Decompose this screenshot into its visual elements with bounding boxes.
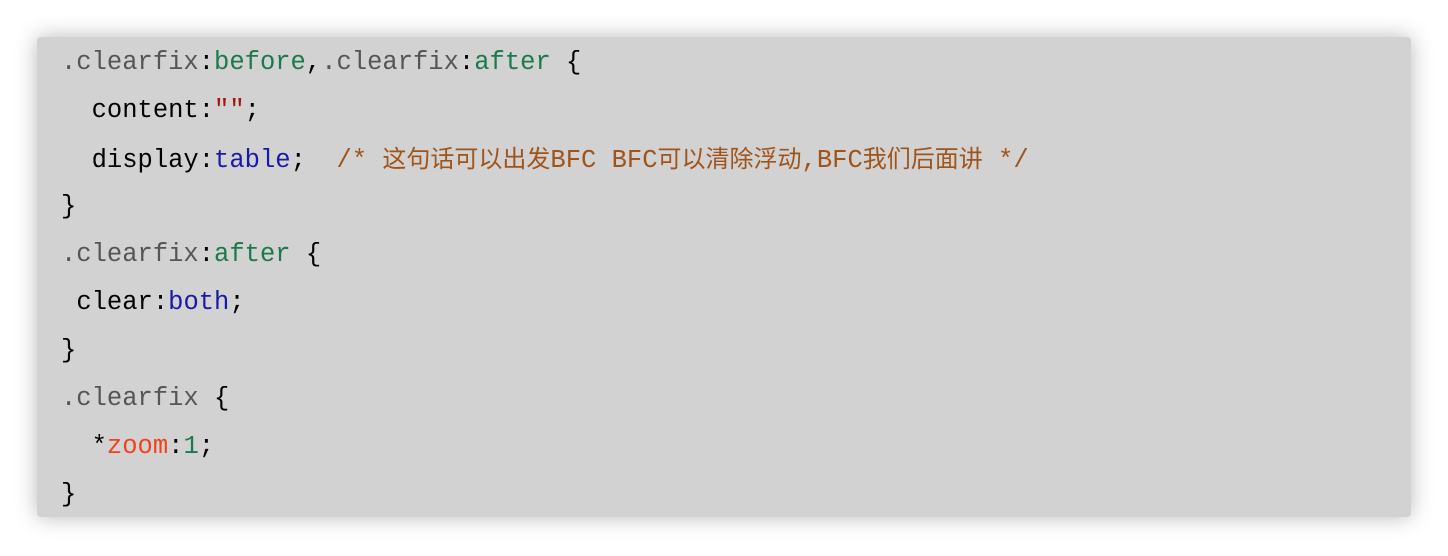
open-brace: { xyxy=(290,240,322,269)
selector: .clearfix xyxy=(61,240,199,269)
pseudo-class: after xyxy=(474,48,551,77)
pseudo-class: before xyxy=(214,48,306,77)
comment-text: BFC BFC xyxy=(550,146,658,175)
code-line-8: .clearfix { xyxy=(61,384,229,414)
keyword-value: table xyxy=(214,146,291,175)
close-brace: } xyxy=(61,480,77,509)
comment-text: ,BFC xyxy=(801,146,863,175)
semicolon: ; xyxy=(244,96,260,125)
close-brace: } xyxy=(61,336,77,365)
keyword-value: both xyxy=(168,288,230,317)
star-hack: * xyxy=(91,432,107,461)
colon: : xyxy=(168,432,184,461)
code-block: .clearfix:before,.clearfix:after { conte… xyxy=(37,37,1411,517)
close-brace: } xyxy=(61,192,77,221)
code-line-4: } xyxy=(61,192,76,222)
property: zoom xyxy=(106,432,169,461)
open-brace: { xyxy=(550,48,582,77)
code-line-5: .clearfix:after { xyxy=(61,240,321,270)
semicolon: ; xyxy=(290,146,306,175)
code-line-2: content:""; xyxy=(61,96,260,126)
comment-open: /* xyxy=(336,146,383,175)
comment-text: 我们后面讲 xyxy=(862,145,983,173)
colon: : xyxy=(458,48,475,77)
selector: .clearfix xyxy=(321,48,459,77)
semicolon: ; xyxy=(198,432,215,461)
code-line-7: } xyxy=(61,336,76,366)
pseudo-class: after xyxy=(214,240,291,269)
code-line-1: .clearfix:before,.clearfix:after { xyxy=(61,48,581,78)
code-line-9: *zoom:1; xyxy=(61,432,214,462)
selector: .clearfix xyxy=(61,48,199,77)
comment-text: 可以清除浮动 xyxy=(657,145,802,173)
property: content xyxy=(91,96,199,125)
colon: : xyxy=(198,146,215,175)
selector: .clearfix xyxy=(61,384,199,413)
comment-close: */ xyxy=(982,146,1029,175)
number-value: 1 xyxy=(183,432,199,461)
semicolon: ; xyxy=(229,288,245,317)
colon: : xyxy=(152,288,169,317)
property: display xyxy=(91,146,199,175)
colon: : xyxy=(198,48,215,77)
property: clear xyxy=(76,288,153,317)
colon: : xyxy=(198,240,215,269)
comment-text: 这句话可以出发 xyxy=(382,145,551,173)
string-value: "" xyxy=(214,96,245,125)
code-line-6: clear:both; xyxy=(61,288,245,318)
colon: : xyxy=(198,96,215,125)
code-line-3: display:table; /* 这句话可以出发BFC BFC可以清除浮动,B… xyxy=(61,144,1029,175)
code-line-10: } xyxy=(61,480,76,510)
open-brace: { xyxy=(198,384,230,413)
comma: , xyxy=(305,48,322,77)
